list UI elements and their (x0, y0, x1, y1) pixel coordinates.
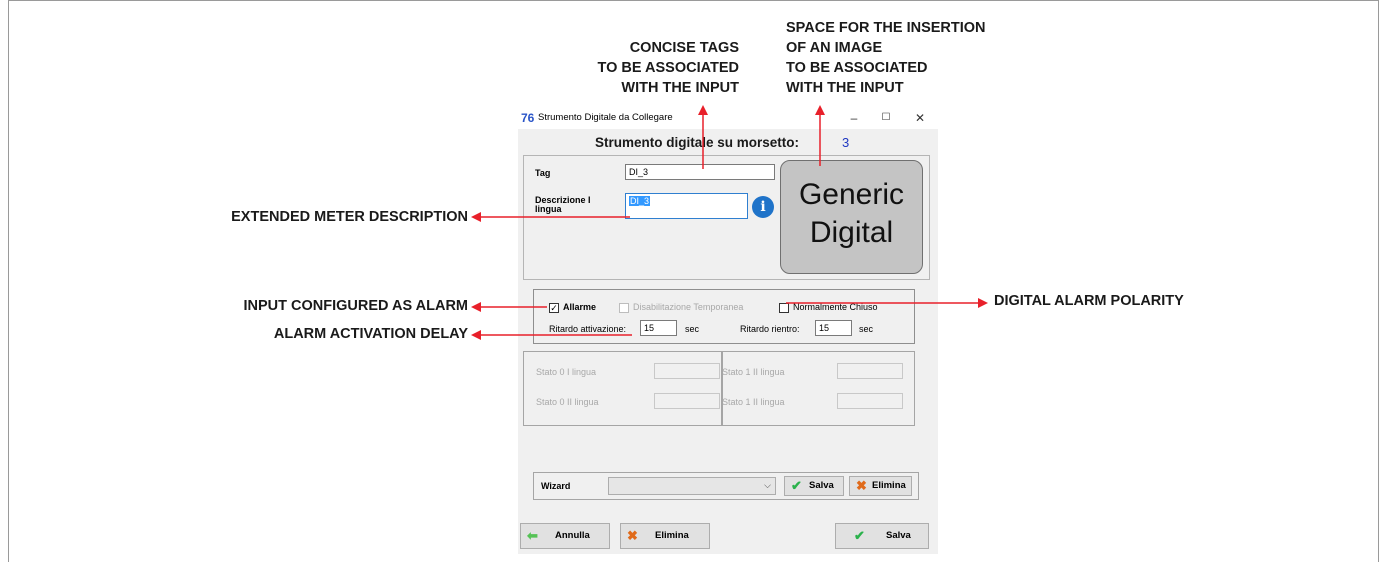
terminal-header: Strumento digitale su morsetto: 3 (518, 135, 938, 155)
delete-icon: ✖ (856, 478, 867, 493)
minimize-button[interactable]: – (840, 110, 868, 126)
stato0-ii-lingua-input[interactable] (654, 393, 720, 409)
close-button[interactable]: ✕ (906, 110, 934, 126)
stato1-ii-lingua-label: Stato 1 II lingua (722, 397, 785, 407)
wizard-save-button[interactable]: ✔ Salva (784, 476, 844, 496)
callout-alarm-delay: ALARM ACTIVATION DELAY (273, 326, 468, 342)
stato1-i-lingua-label: Stato 1 II lingua (722, 367, 785, 377)
callout-extended-description: EXTENDED METER DESCRIPTION (231, 209, 468, 225)
sec-label-1: sec (685, 324, 700, 334)
callout-alarm-polarity: DIGITAL ALARM POLARITY (994, 293, 1184, 309)
tag-input[interactable]: DI_3 (625, 164, 775, 180)
stato1-ii-lingua-input[interactable] (837, 393, 903, 409)
delete-icon: ✖ (627, 528, 638, 543)
stato0-i-lingua-input[interactable] (654, 363, 720, 379)
info-icon[interactable]: i (752, 196, 774, 218)
wizard-combobox[interactable]: ⌵ (608, 477, 776, 495)
back-arrow-icon: ⬅ (527, 528, 538, 543)
description-label: Descrizione Ilingua (535, 195, 591, 214)
alarm-panel (533, 289, 915, 344)
header-label: Strumento digitale su morsetto: (595, 135, 800, 150)
terminal-number: 3 (842, 135, 850, 150)
callout-alarm-config: INPUT CONFIGURED AS ALARM (243, 298, 468, 314)
ritardo-attivazione-input[interactable]: 15 (640, 320, 677, 336)
disabilitazione-label: Disabilitazione Temporanea (633, 302, 744, 312)
svg-text:76: 76 (521, 111, 535, 124)
ritardo-attivazione-label: Ritardo attivazione: (549, 324, 627, 334)
ritardo-rientro-input[interactable]: 15 (815, 320, 852, 336)
salva-button[interactable]: ✔ Salva (835, 523, 929, 549)
title-bar: 76 Strumento Digitale da Collegare – ☐ ✕ (518, 107, 938, 129)
allarme-checkbox[interactable]: ✓ (549, 303, 559, 313)
stato0-i-lingua-label: Stato 0 I lingua (536, 367, 597, 377)
app-logo-icon: 76 (521, 111, 535, 124)
chevron-down-icon: ⌵ (764, 480, 771, 490)
allarme-label: Allarme (563, 302, 597, 312)
meter-image[interactable]: Generic Digital (780, 160, 923, 274)
callout-image-space: SPACE FOR THE INSERTION OF AN IMAGE TO B… (786, 20, 986, 96)
checkmark-icon: ✔ (854, 528, 865, 543)
callout-concise-tags: CONCISE TAGS TO BE ASSOCIATED WITH THE I… (597, 40, 739, 96)
tag-label: Tag (535, 168, 551, 178)
checkmark-icon: ✔ (791, 478, 802, 493)
disabilitazione-checkbox[interactable] (619, 303, 629, 313)
maximize-button[interactable]: ☐ (872, 110, 900, 126)
wizard-delete-button[interactable]: ✖ Elimina (849, 476, 912, 496)
window-title: Strumento Digitale da Collegare (538, 112, 673, 123)
annulla-button[interactable]: ⬅ Annulla (520, 523, 610, 549)
description-input[interactable]: DI_3 (625, 193, 748, 219)
sec-label-2: sec (859, 324, 874, 334)
normalmente-chiuso-checkbox[interactable] (779, 303, 789, 313)
ritardo-rientro-label: Ritardo rientro: (740, 324, 800, 334)
stato0-ii-lingua-label: Stato 0 II lingua (536, 397, 599, 407)
stato1-i-lingua-input[interactable] (837, 363, 903, 379)
normalmente-chiuso-label: Normalmente Chiuso (793, 302, 878, 312)
wizard-label: Wizard (541, 481, 571, 491)
dialog-window: 76 Strumento Digitale da Collegare – ☐ ✕… (518, 107, 938, 554)
elimina-button[interactable]: ✖ Elimina (620, 523, 710, 549)
